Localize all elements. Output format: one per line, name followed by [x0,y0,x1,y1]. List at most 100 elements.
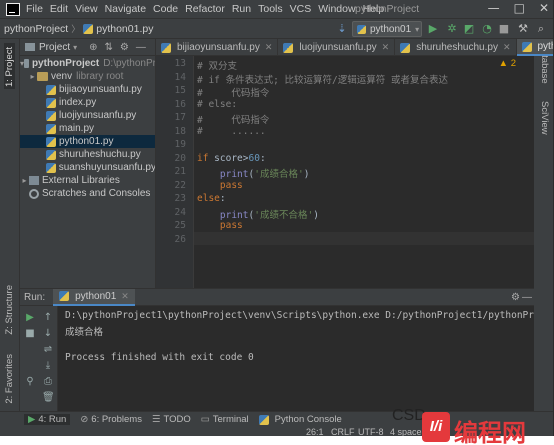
tool-button-terminal[interactable]: ▭ Terminal [201,414,249,425]
code-token: # 代码指令 [197,115,270,126]
tool-tab-project[interactable]: 1: Project [4,43,15,89]
minimize-button[interactable]: — [488,1,500,15]
menu-code[interactable]: Code [153,3,178,15]
tree-item-file[interactable]: bijiaoyunsuanfu.py [20,83,155,96]
gear-icon[interactable]: ⚙ [511,292,520,303]
line-number: 24 [174,206,186,218]
tree-item-file[interactable]: luojiyunsuanfu.py [20,109,155,122]
chevron-down-icon[interactable]: ▾ [73,43,77,52]
scroll-to-end-icon[interactable]: ⤓ [42,360,54,372]
close-icon[interactable]: ✕ [503,42,511,53]
editor-tab[interactable]: shuruheshuchu.py ✕ [395,39,517,56]
tree-item-venv[interactable]: ▸ venv library root [20,70,155,83]
hide-panel-icon[interactable]: — [136,42,146,53]
tree-item-file[interactable]: shuruheshuchu.py [20,148,155,161]
python-file-icon [46,136,56,147]
project-view-selector[interactable]: Project [39,42,70,53]
status-encoding[interactable]: UTF-8 [358,427,384,436]
tree-item-label: External Libraries [42,175,120,186]
console-output[interactable]: D:\pythonProject1\pythonProject\venv\Scr… [58,306,534,411]
tool-button-run[interactable]: ▶ 4: Run [24,414,71,425]
tree-item-label: pythonProject [31,58,100,69]
status-line-separator[interactable]: CRLF [331,427,355,436]
editor-tab-active[interactable]: python01.py ✕ [516,39,553,56]
stop-icon[interactable]: ■ [24,328,36,340]
stop-button[interactable]: ■ [497,22,511,36]
code-editor[interactable]: ▲ 2 13 14 15 16 17 18 19 20 21 22 23 24 25 26 # 双分支 # i… [156,56,534,288]
menu-window[interactable]: Window [318,3,355,15]
tree-item-file-selected[interactable]: python01.py [20,135,155,148]
console-line: Process finished with exit code 0 [65,352,254,363]
tool-button-python-console[interactable]: Python Console [258,414,342,425]
window-title: pythonProject [355,3,420,15]
tree-item-project-root[interactable]: ▾ pythonProject D:\pythonPr [20,57,155,70]
code-token: pass [219,220,243,231]
menu-vcs[interactable]: VCS [290,3,312,15]
menu-view[interactable]: View [75,3,98,15]
menu-navigate[interactable]: Navigate [105,3,146,15]
print-icon[interactable]: ⎙ [42,376,54,388]
tree-item-file[interactable]: suanshuyunsuanfu.py [20,161,155,174]
python-file-icon [521,41,532,52]
tree-item-label: index.py [59,97,97,108]
maximize-button[interactable]: □ [514,1,525,15]
tree-item-external-libraries[interactable]: ▸ External Libraries [20,174,155,187]
menu-tools[interactable]: Tools [258,3,283,15]
run-configuration-select[interactable]: python01 ▾ [352,21,422,37]
vcs-update-icon[interactable]: ⇣ [335,22,349,36]
project-panel: Project ▾ ⊕ ⇅ ⚙ — ▾ pythonProject D:\pyt… [20,39,156,288]
line-number: 22 [174,179,186,191]
tool-tab-structure[interactable]: Z: Structure [4,285,15,335]
breadcrumb-project[interactable]: pythonProject [4,23,68,35]
close-icon[interactable]: ✕ [382,42,390,53]
left-tool-stripe: 1: Project Z: Structure 2: Favorites [0,39,20,411]
inspection-warnings[interactable]: ▲ 2 [499,58,516,69]
locate-target-icon[interactable]: ⊕ [89,42,97,53]
close-icon[interactable]: ✕ [121,291,129,302]
run-tab[interactable]: python01 ✕ [53,288,135,306]
tool-button-todo[interactable]: ☰ TODO [152,414,191,425]
code-line: pass [197,180,243,191]
close-window-button[interactable]: ✕ [539,1,549,15]
tools-wrench-icon[interactable]: ⚒ [516,22,530,36]
breadcrumb-file[interactable]: python01.py [83,23,153,35]
chevron-right-icon[interactable]: ▸ [20,176,29,185]
hide-panel-icon[interactable]: — [522,292,532,303]
debug-button[interactable]: ✲ [445,22,459,36]
tool-tab-favorites[interactable]: 2: Favorites [4,354,15,404]
menu-refactor[interactable]: Refactor [185,3,225,15]
rerun-icon[interactable]: ▶ [24,312,36,324]
python-file-icon [46,123,56,134]
run-tab-label: python01 [75,290,117,302]
tool-button-problems[interactable]: ⊘ 6: Problems [80,414,142,425]
code-line: # 代码指令 [197,112,269,126]
python-file-icon [83,23,94,34]
coverage-button[interactable]: ◩ [462,22,476,36]
run-button[interactable]: ▶ [426,22,440,36]
scroll-up-icon[interactable]: ↑ [42,312,54,324]
gear-icon[interactable]: ⚙ [120,42,129,53]
tree-item-scratches[interactable]: Scratches and Consoles [20,187,155,200]
chevron-right-icon[interactable]: ▸ [28,72,37,81]
search-everywhere-icon[interactable]: ⌕ [534,22,548,36]
python-console-icon [258,414,269,425]
menu-file[interactable]: File [26,3,43,15]
editor-tab[interactable]: luojiyunsuanfu.py ✕ [278,39,396,56]
menu-run[interactable]: Run [232,3,251,15]
editor-tab[interactable]: bijiaoyunsuanfu.py ✕ [156,39,279,56]
python-file-icon [400,42,411,53]
scroll-down-icon[interactable]: ↓ [42,328,54,340]
trash-icon[interactable]: 🗑 [42,392,55,404]
close-icon[interactable]: ✕ [265,42,273,53]
tree-item-file[interactable]: index.py [20,96,155,109]
menu-edit[interactable]: Edit [50,3,68,15]
tool-tab-sciview[interactable]: SciView [539,101,550,135]
status-caret-position[interactable]: 26:1 [306,427,324,436]
collapse-all-icon[interactable]: ⇅ [105,42,113,53]
line-number: 18 [174,125,186,137]
soft-wrap-icon[interactable]: ⇌ [42,344,54,356]
tree-item-file[interactable]: main.py [20,122,155,135]
profile-button[interactable]: ◔ [480,22,494,36]
pin-icon[interactable]: ⚲ [24,376,36,388]
